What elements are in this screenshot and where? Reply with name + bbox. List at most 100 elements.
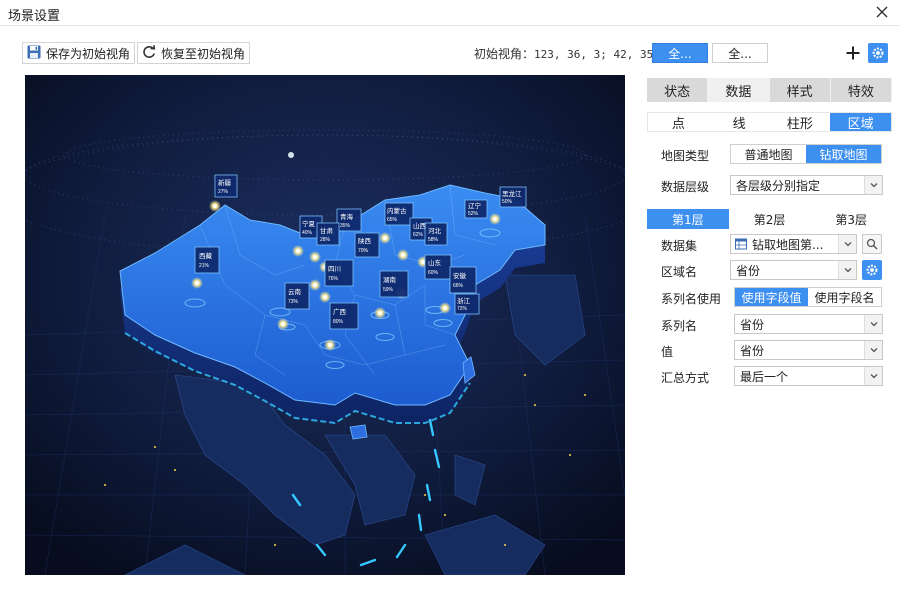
value-label: 值 [661,345,674,359]
close-icon[interactable] [872,2,892,22]
table-icon [735,238,747,250]
dataset-label: 数据集 [661,239,698,253]
label-anhui: 安徽 [453,271,467,280]
data-level-label: 数据层级 [661,180,710,194]
value-neimenggu: 65% [387,217,398,223]
region-name-value: 省份 [736,263,761,278]
series-name-label: 系列名 [661,319,698,333]
value-shanxi: 62% [413,232,424,238]
data-level-select[interactable]: 各层级分别指定 [730,175,883,195]
value-hunan: 59% [383,287,394,293]
value-xizang: 21% [199,263,210,269]
initial-view-readout: 初始视角：123, 36, 3; 42, 350, 0 [474,45,680,62]
series-name-select[interactable]: 省份 [734,314,883,334]
data-level-value: 各层级分别指定 [736,178,821,193]
label-heilongjiang: 黑龙江 [502,189,522,198]
tab-line[interactable]: 线 [708,113,770,132]
map-3d-viewport[interactable]: 新疆 27% 黑龙江 50% 辽宁 52% 内蒙古 65% 宁夏 40% 青海 … [25,75,625,575]
label-neimenggu: 内蒙古 [387,206,407,215]
gear-icon[interactable] [862,260,882,280]
chevron-down-icon [864,367,882,385]
label-zhejiang: 浙江 [457,296,471,305]
region-name-label: 区域名 [661,265,698,279]
save-initial-view-button[interactable]: 保存为初始视角 [22,42,136,64]
gear-icon[interactable] [868,43,888,63]
save-initial-view-label: 保存为初始视角 [46,46,131,61]
map-canvas: 新疆 27% 黑龙江 50% 辽宁 52% 内蒙古 65% 宁夏 40% 青海 … [25,75,625,575]
value-value: 省份 [740,343,765,358]
value-qinghai: 35% [340,223,351,229]
value-xinjiang: 27% [218,189,229,195]
series-name-use-toggle: 使用字段值 使用字段名 [734,287,882,307]
label-shandong: 山东 [428,258,442,267]
use-field-value-option[interactable]: 使用字段值 [735,288,808,306]
plus-icon[interactable] [842,43,864,63]
tab-level-2[interactable]: 第2层 [729,209,811,229]
chevron-down-icon [864,315,882,333]
layer-type-tabs: 点 线 柱形 区域 [647,112,892,132]
map-type-normal-option[interactable]: 普通地图 [731,145,806,163]
value-hebei: 58% [428,237,439,243]
value-liaoning: 52% [468,211,479,217]
level-tabs: 第1层 第2层 第3层 [647,209,892,229]
main-tabs: 状态 数据 样式 特效 [647,78,892,102]
tab-column[interactable]: 柱形 [769,113,831,132]
label-xinjiang: 新疆 [218,178,232,187]
summary-value: 最后一个 [740,369,789,384]
label-yunnan: 云南 [288,287,302,296]
chevron-down-icon [838,235,856,253]
label-liaoning: 辽宁 [468,201,482,210]
label-sichuan: 四川 [328,265,341,273]
value-shandong: 60% [428,270,439,276]
tab-level-3[interactable]: 第3层 [810,209,892,229]
label-hunan: 湖南 [383,275,397,284]
search-icon[interactable] [862,234,882,254]
series-name-value: 省份 [740,317,765,332]
tab-level-1[interactable]: 第1层 [647,209,729,229]
summary-select[interactable]: 最后一个 [734,366,883,386]
tab-region[interactable]: 区域 [830,113,891,132]
label-gansu: 甘肃 [320,226,334,235]
value-sichuan: 76% [328,276,339,282]
tab-data[interactable]: 数据 [708,78,770,102]
series-name-use-label: 系列名使用 [661,292,722,306]
label-guangxi: 广西 [333,307,347,316]
chevron-down-icon [838,261,856,279]
region-name-select[interactable]: 省份 [730,260,857,280]
zhejiang-visible: 浙江 72% [454,293,480,315]
initial-view-label: 初始视角： [474,47,535,61]
label-shanxi: 山西 [413,221,427,230]
value-anhui: 66% [453,283,464,289]
summary-label: 汇总方式 [661,371,710,385]
save-icon [26,44,46,63]
map-type-drill-option[interactable]: 钻取地图 [806,145,881,163]
value-zhejiang: 72% [457,306,468,312]
tab-point[interactable]: 点 [648,113,709,132]
label-xizang: 西藏 [199,251,213,260]
use-field-name-option[interactable]: 使用字段名 [808,288,881,306]
label-hebei: 河北 [428,227,442,235]
value-gansu: 28% [320,237,331,243]
tab-effects[interactable]: 特效 [830,78,892,102]
dataset-value: 钻取地图第... [752,237,824,252]
map-type-label: 地图类型 [661,149,710,163]
value-yunnan: 73% [288,299,299,305]
title-bar: 场景设置 [0,0,900,26]
value-select[interactable]: 省份 [734,340,883,360]
label-qinghai: 青海 [340,212,354,221]
window-title: 场景设置 [8,9,61,24]
chevron-down-icon [864,176,882,194]
chevron-down-icon [864,341,882,359]
dataset-select[interactable]: 钻取地图第... [730,234,857,254]
full-view-button-primary[interactable]: 全... [652,43,708,63]
label-ningxia: 宁夏 [302,219,316,228]
refresh-icon [141,44,161,63]
tab-status[interactable]: 状态 [647,78,709,102]
value-shaanxi: 70% [358,248,369,254]
restore-initial-view-button[interactable]: 恢复至初始视角 [137,42,251,64]
label-shaanxi: 陕西 [358,236,372,245]
value-guangxi: 80% [333,319,344,325]
value-heilongjiang: 50% [502,199,513,205]
tab-style[interactable]: 样式 [769,78,831,102]
full-view-button-secondary[interactable]: 全... [712,43,768,63]
